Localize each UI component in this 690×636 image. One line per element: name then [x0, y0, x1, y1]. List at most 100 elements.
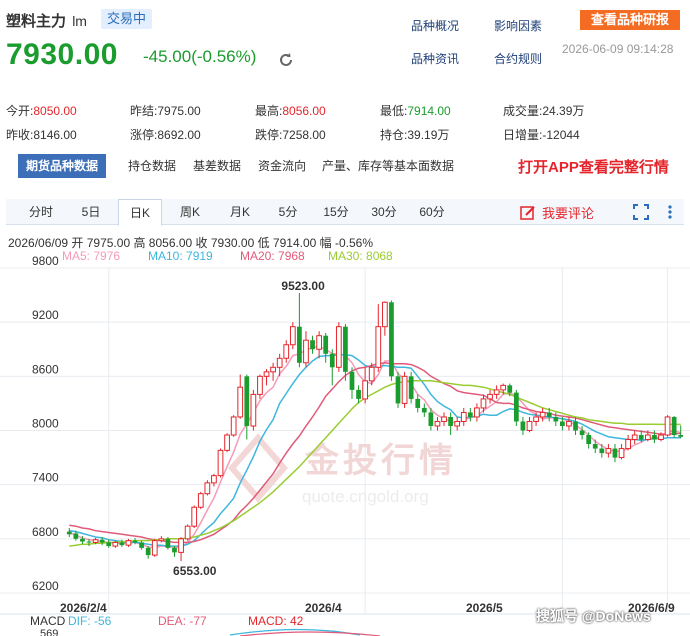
- candle-body: [599, 448, 605, 454]
- candle-body: [368, 366, 375, 382]
- stat-prev-close: 昨收:8146.00: [6, 128, 77, 142]
- link-factors[interactable]: 影响因素: [494, 17, 542, 34]
- stat-limit-up: 涨停:8692.00: [130, 128, 201, 142]
- tab-capital-flow[interactable]: 资金流向: [258, 154, 306, 178]
- candle-body: [356, 389, 361, 399]
- candle-body: [230, 416, 237, 436]
- tab-5day[interactable]: 5日: [72, 199, 110, 225]
- candle-body: [145, 547, 151, 556]
- candle-body: [289, 326, 296, 346]
- x-tick-label: 2026/2/4: [60, 601, 107, 615]
- candle-body: [520, 421, 526, 431]
- low-annotation: 6553.00: [173, 564, 217, 578]
- corner-watermark: 搜狐号 @DoNews: [536, 608, 651, 624]
- quote-header: 塑料主力 lm 交易中 7930.00 -45.00(-0.56%) 品种概况 …: [0, 0, 690, 80]
- candle-body: [80, 538, 85, 542]
- candle-body: [560, 421, 565, 426]
- candle-body: [375, 326, 382, 368]
- research-report-button[interactable]: 查看品种研报: [580, 10, 680, 30]
- candle-body: [500, 384, 507, 391]
- tab-30min[interactable]: 30分: [364, 199, 404, 225]
- fullscreen-icon[interactable]: [633, 204, 649, 220]
- y-tick-label: 8000: [32, 417, 59, 431]
- candle-body: [441, 416, 447, 422]
- stat-low: 最低:7914.00: [380, 104, 451, 118]
- ma10-label: MA10: 7919: [148, 249, 213, 263]
- comment-button[interactable]: 我要评论: [520, 203, 594, 222]
- candle-body: [283, 344, 290, 359]
- candle-body: [513, 392, 519, 422]
- candle-body: [204, 482, 211, 495]
- candle-body: [467, 412, 473, 417]
- tab-daily-k[interactable]: 日K: [118, 199, 162, 226]
- tab-5min[interactable]: 5分: [270, 199, 306, 225]
- quote-datetime: 2026-06-09 09:14:28: [562, 42, 674, 56]
- link-overview[interactable]: 品种概况: [411, 17, 459, 34]
- link-rules[interactable]: 合约规则: [494, 50, 542, 67]
- candle-body: [99, 539, 105, 543]
- candle-body: [493, 389, 500, 395]
- refresh-icon[interactable]: [278, 52, 294, 68]
- kline-chart[interactable]: 9800 9200 8600 8000 7400 6800 6200 金投行情 quote.cn…: [0, 240, 690, 636]
- candle-body: [197, 493, 204, 508]
- ma5-label: MA5: 7976: [62, 249, 121, 263]
- candle-body: [389, 302, 394, 377]
- tab-intraday[interactable]: 分时: [20, 199, 62, 225]
- more-icon[interactable]: [667, 204, 673, 220]
- candle-body: [678, 435, 684, 437]
- tab-monthly-k[interactable]: 月K: [218, 199, 262, 225]
- tab-futures-data[interactable]: 期货品种数据: [18, 154, 107, 178]
- candle-body: [158, 538, 165, 542]
- candle-body: [211, 475, 217, 484]
- candle-body: [415, 398, 421, 408]
- instrument-name: 塑料主力: [6, 13, 67, 30]
- link-news[interactable]: 品种资讯: [411, 50, 459, 67]
- tab-60min[interactable]: 60分: [412, 199, 452, 225]
- candle-body: [480, 398, 487, 409]
- x-tick-label: 2026/4: [305, 601, 342, 615]
- y-tick-label: 9800: [32, 254, 59, 268]
- tab-basis-data[interactable]: 基差数据: [193, 154, 241, 178]
- stat-limit-down: 跌停:7258.00: [255, 128, 326, 142]
- y-tick-label: 6800: [32, 525, 59, 539]
- candle-body: [644, 434, 651, 441]
- stat-prev-settle: 昨结:7975.00: [130, 104, 201, 118]
- candle-body: [618, 448, 625, 459]
- candle-body: [526, 420, 533, 432]
- candle-body: [276, 357, 283, 368]
- candle-body: [579, 430, 585, 436]
- candle-body: [507, 385, 513, 393]
- candle-body: [297, 326, 302, 363]
- tab-15min[interactable]: 15分: [316, 199, 356, 225]
- ma20-label: MA20: 7968: [240, 249, 305, 263]
- trading-status-badge: 交易中: [101, 9, 153, 29]
- stat-open-interest: 持仓:39.19万: [380, 128, 450, 142]
- candle-body: [428, 412, 434, 426]
- tab-fundamentals[interactable]: 产量、库存等基本面数据: [322, 154, 454, 178]
- instrument-title: 塑料主力 lm: [6, 10, 87, 31]
- candle-body: [381, 301, 388, 328]
- candle-body: [329, 353, 335, 368]
- candle-body: [631, 434, 638, 441]
- candle-body: [586, 435, 592, 445]
- high-annotation: 9523.00: [281, 279, 325, 293]
- candle-body: [112, 541, 119, 547]
- edit-icon: [520, 206, 535, 220]
- y-tick-label: 6200: [32, 579, 59, 593]
- candle-body: [310, 340, 315, 350]
- open-app-link[interactable]: 打开APP查看完整行情: [518, 156, 669, 177]
- candle-body: [86, 541, 92, 543]
- candle-body: [566, 420, 572, 427]
- x-tick-label: 2026/5: [466, 601, 503, 615]
- candle-body: [343, 326, 348, 372]
- candle-body: [592, 444, 598, 449]
- candle-body: [434, 420, 441, 427]
- candle-body: [553, 416, 559, 422]
- candle-body: [474, 407, 480, 418]
- stat-volume: 成交量:24.39万: [503, 104, 585, 118]
- candle-body: [165, 538, 171, 548]
- candle-body: [323, 335, 329, 354]
- candle-body: [132, 540, 138, 543]
- tab-position-data[interactable]: 持仓数据: [128, 154, 176, 178]
- tab-weekly-k[interactable]: 周K: [168, 199, 212, 225]
